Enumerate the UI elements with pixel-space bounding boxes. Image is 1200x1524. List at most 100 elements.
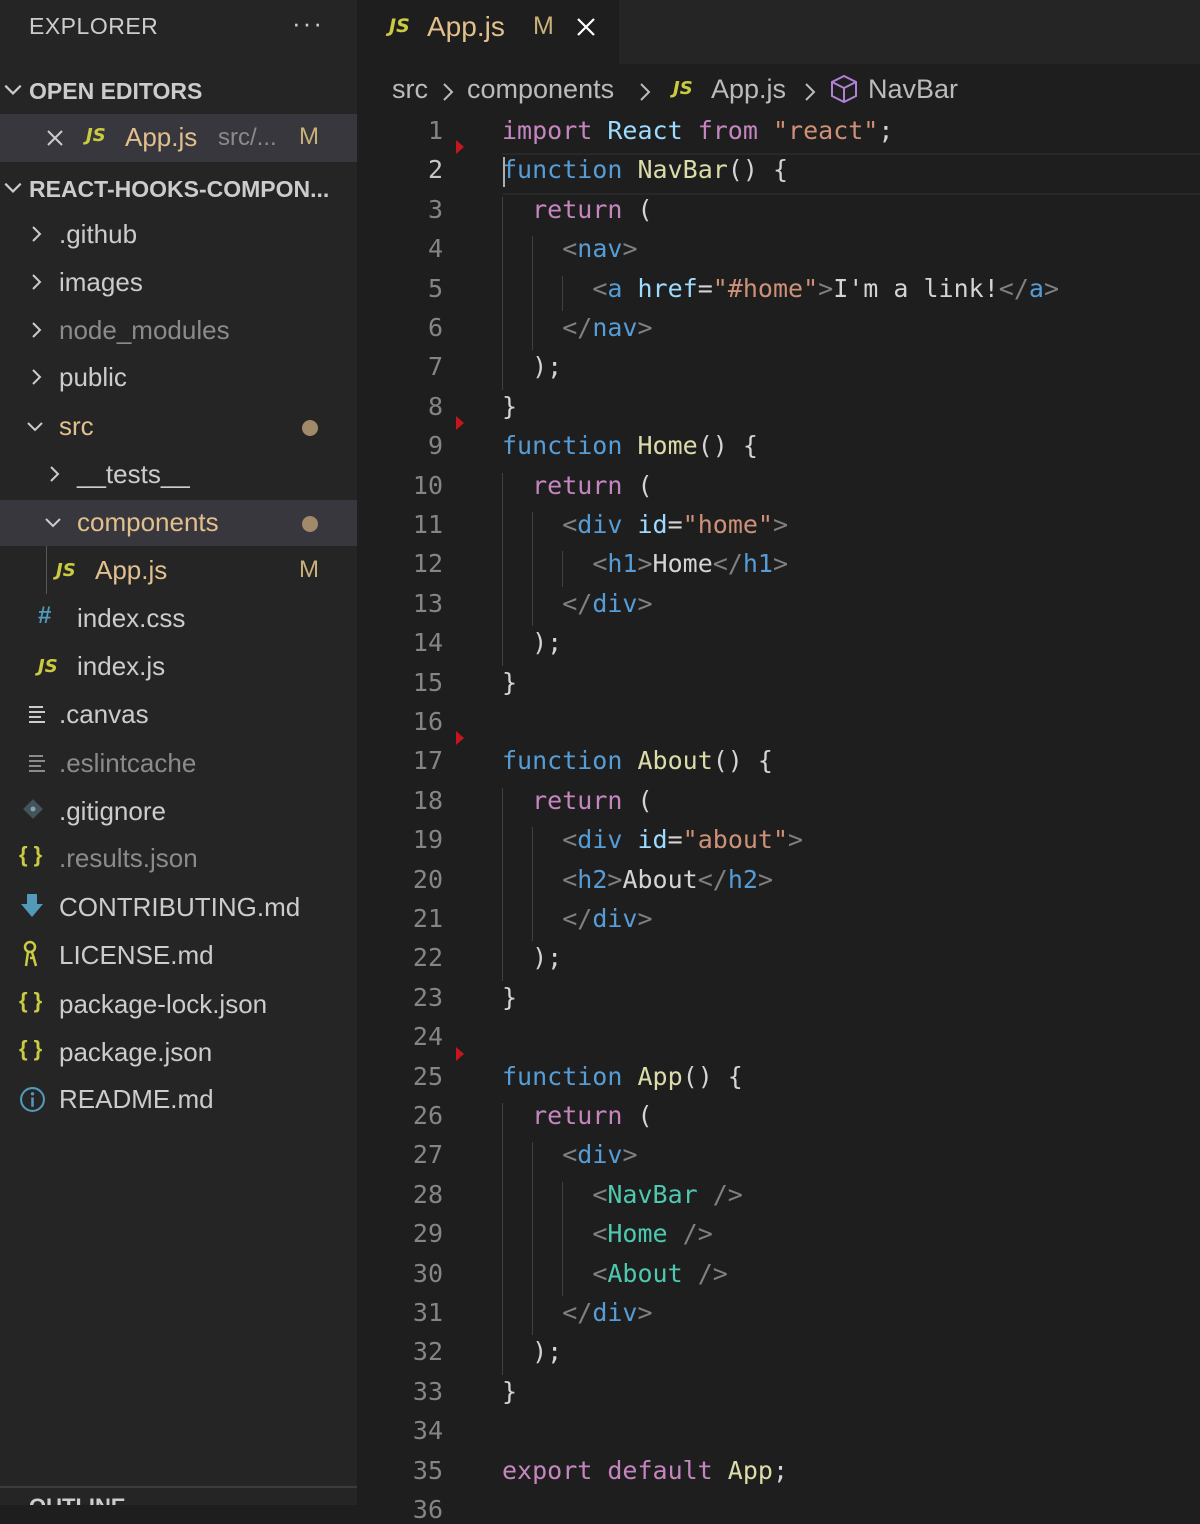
folder-name: images xyxy=(59,267,143,297)
file-contributing[interactable]: CONTRIBUTING.md xyxy=(0,885,357,931)
code-line[interactable]: <Home /> xyxy=(502,1219,712,1248)
folder-tests[interactable]: __tests__ xyxy=(0,452,357,498)
js-file-icon: JS xyxy=(56,560,76,581)
code-line[interactable]: return ( xyxy=(502,195,652,224)
code-line[interactable]: ); xyxy=(502,352,562,381)
code-line[interactable]: <div id="about"> xyxy=(502,825,803,854)
code-line[interactable]: ); xyxy=(502,1337,562,1366)
line-number: 20 xyxy=(412,864,443,894)
fold-marker-icon[interactable] xyxy=(456,140,464,155)
modified-dot xyxy=(302,516,318,532)
code-line[interactable]: import React from "react"; xyxy=(502,116,893,145)
code-line[interactable]: function App() { xyxy=(502,1062,743,1091)
chevron-right-icon xyxy=(32,274,42,290)
folder-name: src xyxy=(59,411,94,441)
file-name: .canvas xyxy=(59,699,149,729)
code-line[interactable]: ); xyxy=(502,943,562,972)
file-canvas[interactable]: .canvas xyxy=(0,692,357,738)
line-number: 10 xyxy=(412,470,443,500)
chevron-right-icon xyxy=(32,322,42,338)
open-editor-item[interactable]: JS App.js src/... M xyxy=(0,114,357,162)
tab-label: App.js xyxy=(427,11,505,42)
line-number: 34 xyxy=(412,1416,443,1446)
close-icon[interactable] xyxy=(575,16,597,38)
line-number: 4 xyxy=(427,234,443,264)
file-readme[interactable]: README.md xyxy=(0,1077,357,1123)
code-line[interactable]: <div id="home"> xyxy=(502,510,788,539)
file-license[interactable]: LICENSE.md xyxy=(0,933,357,979)
fold-marker-icon[interactable] xyxy=(456,731,464,746)
code-line[interactable]: } xyxy=(502,983,517,1012)
code-line[interactable]: } xyxy=(502,392,517,421)
file-name: index.js xyxy=(77,651,166,681)
folder-name: node_modules xyxy=(59,315,230,345)
line-number: 30 xyxy=(412,1258,443,1288)
folder-src[interactable]: src xyxy=(0,404,357,450)
text-file-icon xyxy=(29,706,45,723)
code-line[interactable]: function NavBar() { xyxy=(502,155,788,184)
js-file-icon: JS xyxy=(389,15,410,37)
file-index-css[interactable]: # index.css xyxy=(0,596,357,642)
json-file-icon: { } xyxy=(19,842,43,867)
code-line[interactable]: function Home() { xyxy=(502,431,758,460)
line-number: 16 xyxy=(412,707,443,736)
code-line[interactable]: } xyxy=(502,1377,517,1406)
project-header[interactable]: REACT-HOOKS-COMPON... xyxy=(0,170,357,210)
code-line[interactable]: return ( xyxy=(502,471,652,500)
open-editors-header[interactable]: OPEN EDITORS xyxy=(0,72,357,112)
file-app-js[interactable]: JS App.js M xyxy=(0,548,357,594)
breadcrumb-symbol[interactable]: NavBar xyxy=(868,74,958,105)
file-results-json[interactable]: { } .results.json xyxy=(0,836,357,882)
explorer-title: EXPLORER xyxy=(29,13,159,39)
modified-dot xyxy=(302,420,318,436)
code-line[interactable]: return ( xyxy=(502,1101,652,1130)
breadcrumb-components[interactable]: components xyxy=(467,74,614,105)
code-line[interactable]: </div> xyxy=(502,904,652,933)
more-actions-icon[interactable]: ··· xyxy=(292,8,324,39)
code-line[interactable]: <h2>About</h2> xyxy=(502,865,773,894)
js-file-icon: JS xyxy=(673,78,693,99)
file-index-js[interactable]: JS index.js xyxy=(0,644,357,690)
breadcrumb-src[interactable]: src xyxy=(392,74,428,105)
folder-github[interactable]: .github xyxy=(0,212,357,258)
code-line[interactable]: <About /> xyxy=(502,1259,728,1288)
file-eslintcache[interactable]: .eslintcache xyxy=(0,741,357,787)
file-package-lock[interactable]: { } package-lock.json xyxy=(0,982,357,1028)
code-line[interactable]: <nav> xyxy=(502,234,637,263)
folder-node-modules[interactable]: node_modules xyxy=(0,308,357,354)
file-name: CONTRIBUTING.md xyxy=(59,892,301,922)
folder-components[interactable]: components xyxy=(0,500,357,546)
line-number: 11 xyxy=(412,510,443,539)
file-gitignore[interactable]: .gitignore xyxy=(0,789,357,835)
line-number: 36 xyxy=(412,1495,443,1524)
code-line[interactable]: <a href="#home">I'm a link!</a> xyxy=(502,274,1059,303)
code-line[interactable]: <h1>Home</h1> xyxy=(502,549,788,578)
modified-badge: M xyxy=(299,123,319,150)
code-line[interactable]: <div> xyxy=(502,1140,637,1169)
css-file-icon: # xyxy=(38,602,52,629)
file-package-json[interactable]: { } package.json xyxy=(0,1030,357,1076)
folder-images[interactable]: images xyxy=(0,260,357,306)
close-icon[interactable] xyxy=(45,128,65,148)
line-number: 9 xyxy=(427,431,443,461)
breadcrumb-file[interactable]: App.js xyxy=(711,74,786,105)
tab-app-js[interactable]: JS App.js M xyxy=(357,0,619,64)
code-line[interactable]: </nav> xyxy=(502,313,652,342)
code-line[interactable]: } xyxy=(502,668,517,697)
symbol-cube-icon xyxy=(831,74,857,104)
code-line[interactable]: <NavBar /> xyxy=(502,1180,743,1209)
code-line[interactable]: ); xyxy=(502,628,562,657)
code-line[interactable]: function About() { xyxy=(502,746,773,775)
file-name: .eslintcache xyxy=(59,748,197,778)
code-line[interactable]: </div> xyxy=(502,589,652,618)
folder-public[interactable]: public xyxy=(0,355,357,401)
code-line[interactable]: export default App; xyxy=(502,1456,788,1485)
code-line[interactable]: return ( xyxy=(502,786,652,815)
open-editor-filename: App.js xyxy=(125,122,198,152)
fold-marker-icon[interactable] xyxy=(456,1046,464,1061)
code-editor[interactable]: 1 2 3 4 5 6 7 8 9 10 11 12 13 14 15 16 17 18 19 20 21 22 23 24 2… xyxy=(357,112,1200,1524)
code-line[interactable]: </div> xyxy=(502,1298,652,1327)
chevron-right-icon xyxy=(640,83,651,101)
outline-header[interactable]: OUTLINE xyxy=(29,1494,126,1505)
fold-marker-icon[interactable] xyxy=(456,416,464,431)
